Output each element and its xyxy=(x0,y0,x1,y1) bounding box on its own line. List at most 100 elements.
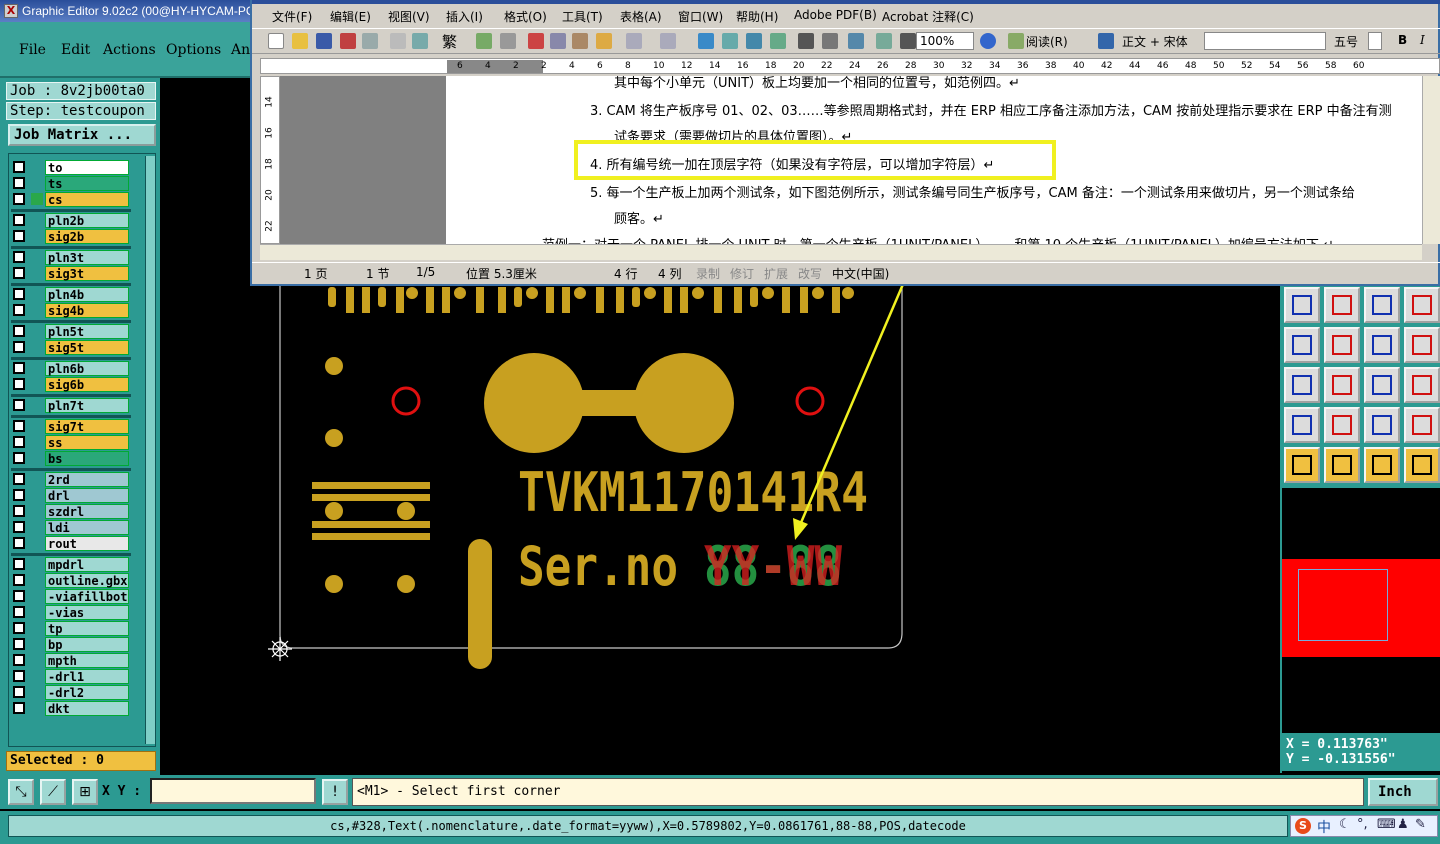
layer-status-swatch[interactable] xyxy=(31,452,43,464)
layer-checkbox[interactable] xyxy=(13,606,25,618)
layer-row[interactable]: pln6b xyxy=(11,361,131,376)
layer-row[interactable]: bs xyxy=(11,451,131,466)
layer-row[interactable]: sig6b xyxy=(11,377,131,392)
layer-status-swatch[interactable] xyxy=(31,304,43,316)
layer-status-swatch[interactable] xyxy=(31,590,43,602)
layer-checkbox[interactable] xyxy=(13,214,25,226)
layer-row[interactable]: -viafillbot xyxy=(11,589,131,604)
word-vertical-scrollbar[interactable] xyxy=(1422,76,1440,244)
layer-status-swatch[interactable] xyxy=(31,325,43,337)
undo-icon[interactable] xyxy=(626,33,642,49)
pad-select-icon[interactable] xyxy=(1284,367,1320,403)
pointer-select-icon[interactable] xyxy=(1324,447,1360,483)
layer-status-swatch[interactable] xyxy=(31,521,43,533)
layer-row[interactable]: dkt xyxy=(11,701,131,716)
minimap[interactable] xyxy=(1282,559,1440,657)
layer-status-swatch[interactable] xyxy=(31,505,43,517)
triangle-b-icon[interactable] xyxy=(1324,407,1360,443)
layer-checkbox[interactable] xyxy=(13,654,25,666)
layer-name[interactable]: -drl2 xyxy=(45,685,129,700)
layer-status-swatch[interactable] xyxy=(31,177,43,189)
bold-button[interactable]: B xyxy=(1398,33,1407,47)
format-marks-icon[interactable] xyxy=(900,33,916,49)
layer-name[interactable]: mpdrl xyxy=(45,557,129,572)
layer-status-swatch[interactable] xyxy=(31,574,43,586)
triangle-d-icon[interactable] xyxy=(1404,407,1440,443)
layer-checkbox[interactable] xyxy=(13,362,25,374)
layer-status-swatch[interactable] xyxy=(31,654,43,666)
layer-status-swatch[interactable] xyxy=(31,341,43,353)
menu-analysis[interactable]: An xyxy=(231,42,250,58)
layer-status-swatch[interactable] xyxy=(31,288,43,300)
zoom-fit-button[interactable]: ⤡ xyxy=(8,779,34,805)
layer-status-swatch[interactable] xyxy=(31,251,43,263)
layer-checkbox[interactable] xyxy=(13,177,25,189)
layer-status-swatch[interactable] xyxy=(31,702,43,714)
layer-name[interactable]: sig3t xyxy=(45,266,129,281)
line-red-icon[interactable] xyxy=(1324,327,1360,363)
layer-status-swatch[interactable] xyxy=(31,473,43,485)
font-select[interactable] xyxy=(1204,32,1326,50)
layer-name[interactable]: ts xyxy=(45,176,129,191)
new-doc-icon[interactable] xyxy=(268,33,284,49)
layer-name[interactable]: -drl1 xyxy=(45,669,129,684)
layer-row[interactable]: ldi xyxy=(11,520,131,535)
layer-name[interactable]: pln5t xyxy=(45,324,129,339)
layer-name[interactable]: ldi xyxy=(45,520,129,535)
layer-name[interactable]: sig5t xyxy=(45,340,129,355)
cut-icon[interactable] xyxy=(528,33,544,49)
move-point-icon[interactable] xyxy=(1364,287,1400,323)
layer-checkbox[interactable] xyxy=(13,521,25,533)
status-trk[interactable]: 修订 xyxy=(730,265,754,282)
layer-status-swatch[interactable] xyxy=(31,670,43,682)
layer-row[interactable]: pln3t xyxy=(11,250,131,265)
layer-name[interactable]: mpth xyxy=(45,653,129,668)
layer-name[interactable]: bp xyxy=(45,637,129,652)
layer-checkbox[interactable] xyxy=(13,574,25,586)
horizontal-ruler[interactable]: 6 4 2 2 4 6 8 10 12 14 16 18 20 22 24 26 28 30 32 34 36 38 40 4… xyxy=(260,58,1440,74)
move-point-red-icon[interactable] xyxy=(1404,287,1440,323)
layer-row[interactable]: -vias xyxy=(11,605,131,620)
columns-icon[interactable] xyxy=(798,33,814,49)
layer-status-swatch[interactable] xyxy=(31,638,43,650)
word-horizontal-scrollbar[interactable] xyxy=(260,244,1422,260)
word-menu-item[interactable]: 插入(I) xyxy=(446,8,483,25)
layer-name[interactable]: sig7t xyxy=(45,419,129,434)
line-angle-icon[interactable] xyxy=(1284,327,1320,363)
layer-checkbox[interactable] xyxy=(13,702,25,714)
layer-status-swatch[interactable] xyxy=(31,399,43,411)
layer-checkbox[interactable] xyxy=(13,399,25,411)
layer-checkbox[interactable] xyxy=(13,638,25,650)
doc-map-icon[interactable] xyxy=(848,33,864,49)
layer-checkbox[interactable] xyxy=(13,558,25,570)
layer-name[interactable]: -vias xyxy=(45,605,129,620)
menu-file[interactable]: File xyxy=(19,42,46,58)
layer-name[interactable]: tp xyxy=(45,621,129,636)
layer-name[interactable]: dkt xyxy=(45,701,129,716)
grid-button[interactable]: ⊞ xyxy=(72,779,98,805)
layer-checkbox[interactable] xyxy=(13,473,25,485)
redo-icon[interactable] xyxy=(660,33,676,49)
word-menu-item[interactable]: Adobe PDF(B) xyxy=(794,8,877,22)
menu-edit[interactable]: Edit xyxy=(61,42,90,58)
pdf-icon[interactable] xyxy=(340,33,356,49)
layer-status-swatch[interactable] xyxy=(31,558,43,570)
layer-checkbox[interactable] xyxy=(13,420,25,432)
research-icon[interactable] xyxy=(476,33,492,49)
show-hide-icon[interactable] xyxy=(876,33,892,49)
print-icon[interactable] xyxy=(362,33,378,49)
font-size-label[interactable]: 五号 xyxy=(1334,33,1358,50)
layer-row[interactable]: tp xyxy=(11,621,131,636)
word-menu-item[interactable]: 表格(A) xyxy=(620,8,662,25)
layer-row[interactable]: sig5t xyxy=(11,340,131,355)
layer-name[interactable]: to xyxy=(45,160,129,175)
layer-checkbox[interactable] xyxy=(13,378,25,390)
word-menu-item[interactable]: 工具(T) xyxy=(562,8,603,25)
layer-status-swatch[interactable] xyxy=(31,267,43,279)
layer-row[interactable]: sig2b xyxy=(11,229,131,244)
layer-checkbox[interactable] xyxy=(13,251,25,263)
layer-checkbox[interactable] xyxy=(13,161,25,173)
layer-checkbox[interactable] xyxy=(13,230,25,242)
layer-row[interactable]: ts xyxy=(11,176,131,191)
layer-status-swatch[interactable] xyxy=(31,214,43,226)
